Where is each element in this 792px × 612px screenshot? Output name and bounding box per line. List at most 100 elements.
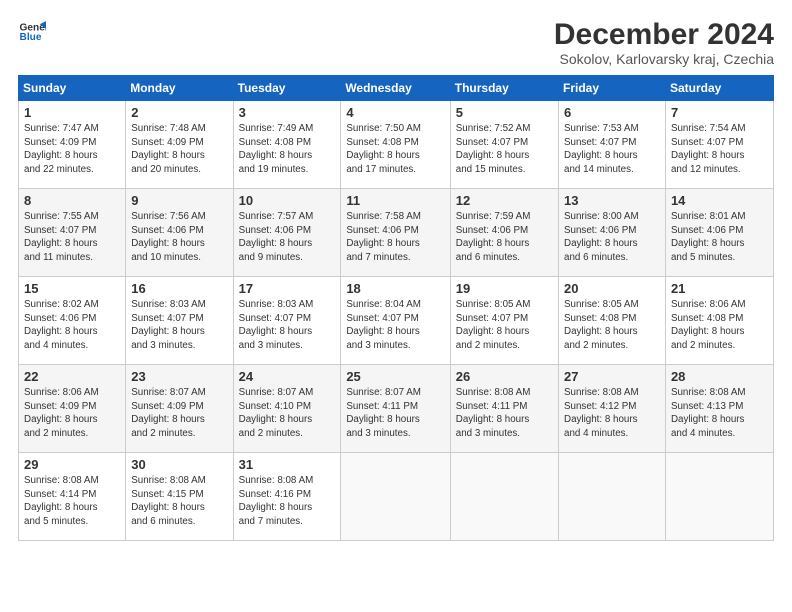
day-number: 17: [239, 281, 336, 296]
day-number: 14: [671, 193, 768, 208]
day-info: Sunrise: 8:08 AMSunset: 4:12 PMDaylight:…: [564, 386, 660, 441]
logo-icon: General Blue: [18, 18, 46, 46]
calendar-cell: [559, 453, 666, 541]
day-number: 18: [346, 281, 444, 296]
calendar-cell: 15 Sunrise: 8:02 AMSunset: 4:06 PMDayligh…: [19, 277, 126, 365]
calendar-cell: 8 Sunrise: 7:55 AMSunset: 4:07 PMDaylight…: [19, 189, 126, 277]
calendar-cell: 20 Sunrise: 8:05 AMSunset: 4:08 PMDayligh…: [559, 277, 666, 365]
day-info: Sunrise: 8:07 AMSunset: 4:10 PMDaylight:…: [239, 386, 336, 441]
calendar-cell: [450, 453, 558, 541]
day-info: Sunrise: 8:08 AMSunset: 4:15 PMDaylight:…: [131, 474, 227, 529]
col-header-saturday: Saturday: [665, 76, 773, 101]
day-info: Sunrise: 8:07 AMSunset: 4:09 PMDaylight:…: [131, 386, 227, 441]
calendar-cell: 23 Sunrise: 8:07 AMSunset: 4:09 PMDayligh…: [126, 365, 233, 453]
calendar-cell: 14Sunrise: 8:01 AMSunset: 4:06 PMDayligh…: [665, 189, 773, 277]
day-number: 19: [456, 281, 553, 296]
calendar-cell: 10 Sunrise: 7:57 AMSunset: 4:06 PMDayligh…: [233, 189, 341, 277]
calendar-cell: 29 Sunrise: 8:08 AMSunset: 4:14 PMDayligh…: [19, 453, 126, 541]
day-number: 27: [564, 369, 660, 384]
day-info: Sunrise: 8:03 AMSunset: 4:07 PMDaylight:…: [131, 298, 227, 353]
day-number: 30: [131, 457, 227, 472]
col-header-tuesday: Tuesday: [233, 76, 341, 101]
day-number: 12: [456, 193, 553, 208]
day-info: Sunrise: 8:03 AMSunset: 4:07 PMDaylight:…: [239, 298, 336, 353]
col-header-thursday: Thursday: [450, 76, 558, 101]
calendar-table: SundayMondayTuesdayWednesdayThursdayFrid…: [18, 75, 774, 541]
day-number: 9: [131, 193, 227, 208]
day-number: 4: [346, 105, 444, 120]
day-number: 16: [131, 281, 227, 296]
calendar-cell: 2Sunrise: 7:48 AMSunset: 4:09 PMDaylight…: [126, 101, 233, 189]
day-info: Sunrise: 8:08 AMSunset: 4:13 PMDaylight:…: [671, 386, 768, 441]
calendar-week-3: 15 Sunrise: 8:02 AMSunset: 4:06 PMDayligh…: [19, 277, 774, 365]
calendar-cell: 19 Sunrise: 8:05 AMSunset: 4:07 PMDayligh…: [450, 277, 558, 365]
page-header: General Blue December 2024 Sokolov, Karl…: [18, 18, 774, 67]
day-number: 3: [239, 105, 336, 120]
day-info: Sunrise: 7:52 AMSunset: 4:07 PMDaylight:…: [456, 122, 553, 177]
day-info: Sunrise: 8:08 AMSunset: 4:11 PMDaylight:…: [456, 386, 553, 441]
col-header-monday: Monday: [126, 76, 233, 101]
day-number: 1: [24, 105, 120, 120]
calendar-cell: [665, 453, 773, 541]
col-header-wednesday: Wednesday: [341, 76, 450, 101]
day-info: Sunrise: 8:00 AMSunset: 4:06 PMDaylight:…: [564, 210, 660, 265]
calendar-cell: 26Sunrise: 8:08 AMSunset: 4:11 PMDayligh…: [450, 365, 558, 453]
day-info: Sunrise: 7:53 AMSunset: 4:07 PMDaylight:…: [564, 122, 660, 177]
day-number: 7: [671, 105, 768, 120]
calendar-cell: 5Sunrise: 7:52 AMSunset: 4:07 PMDaylight…: [450, 101, 558, 189]
day-info: Sunrise: 8:08 AMSunset: 4:14 PMDaylight:…: [24, 474, 120, 529]
col-header-sunday: Sunday: [19, 76, 126, 101]
calendar-cell: 12Sunrise: 7:59 AMSunset: 4:06 PMDayligh…: [450, 189, 558, 277]
day-number: 2: [131, 105, 227, 120]
day-info: Sunrise: 7:58 AMSunset: 4:06 PMDaylight:…: [346, 210, 444, 265]
calendar-cell: 17 Sunrise: 8:03 AMSunset: 4:07 PMDayligh…: [233, 277, 341, 365]
day-number: 28: [671, 369, 768, 384]
day-info: Sunrise: 7:55 AMSunset: 4:07 PMDaylight:…: [24, 210, 120, 265]
calendar-cell: 4 Sunrise: 7:50 AMSunset: 4:08 PMDaylight…: [341, 101, 450, 189]
day-number: 20: [564, 281, 660, 296]
day-info: Sunrise: 8:06 AMSunset: 4:08 PMDaylight:…: [671, 298, 768, 353]
calendar-cell: 3Sunrise: 7:49 AMSunset: 4:08 PMDaylight…: [233, 101, 341, 189]
col-header-friday: Friday: [559, 76, 666, 101]
day-info: Sunrise: 8:05 AMSunset: 4:07 PMDaylight:…: [456, 298, 553, 353]
calendar-cell: 1Sunrise: 7:47 AMSunset: 4:09 PMDaylight…: [19, 101, 126, 189]
logo: General Blue: [18, 18, 46, 46]
day-info: Sunrise: 8:08 AMSunset: 4:16 PMDaylight:…: [239, 474, 336, 529]
day-number: 31: [239, 457, 336, 472]
calendar-cell: 30 Sunrise: 8:08 AMSunset: 4:15 PMDayligh…: [126, 453, 233, 541]
day-number: 21: [671, 281, 768, 296]
calendar-cell: 7Sunrise: 7:54 AMSunset: 4:07 PMDaylight…: [665, 101, 773, 189]
day-number: 10: [239, 193, 336, 208]
svg-text:Blue: Blue: [20, 32, 42, 43]
calendar-week-4: 22Sunrise: 8:06 AMSunset: 4:09 PMDayligh…: [19, 365, 774, 453]
day-info: Sunrise: 8:05 AMSunset: 4:08 PMDaylight:…: [564, 298, 660, 353]
calendar-cell: 16 Sunrise: 8:03 AMSunset: 4:07 PMDayligh…: [126, 277, 233, 365]
day-number: 8: [24, 193, 120, 208]
calendar-cell: 9 Sunrise: 7:56 AMSunset: 4:06 PMDaylight…: [126, 189, 233, 277]
day-number: 29: [24, 457, 120, 472]
calendar-week-2: 8 Sunrise: 7:55 AMSunset: 4:07 PMDaylight…: [19, 189, 774, 277]
location: Sokolov, Karlovarsky kraj, Czechia: [554, 51, 774, 67]
calendar-cell: 31 Sunrise: 8:08 AMSunset: 4:16 PMDayligh…: [233, 453, 341, 541]
calendar-cell: 11Sunrise: 7:58 AMSunset: 4:06 PMDayligh…: [341, 189, 450, 277]
day-number: 15: [24, 281, 120, 296]
day-info: Sunrise: 7:57 AMSunset: 4:06 PMDaylight:…: [239, 210, 336, 265]
day-info: Sunrise: 7:56 AMSunset: 4:06 PMDaylight:…: [131, 210, 227, 265]
calendar-cell: 18 Sunrise: 8:04 AMSunset: 4:07 PMDayligh…: [341, 277, 450, 365]
day-info: Sunrise: 7:50 AMSunset: 4:08 PMDaylight:…: [346, 122, 444, 177]
day-info: Sunrise: 8:02 AMSunset: 4:06 PMDaylight:…: [24, 298, 120, 353]
calendar-cell: 28 Sunrise: 8:08 AMSunset: 4:13 PMDayligh…: [665, 365, 773, 453]
calendar-cell: [341, 453, 450, 541]
calendar-cell: 22Sunrise: 8:06 AMSunset: 4:09 PMDayligh…: [19, 365, 126, 453]
day-info: Sunrise: 8:04 AMSunset: 4:07 PMDaylight:…: [346, 298, 444, 353]
calendar-cell: 27 Sunrise: 8:08 AMSunset: 4:12 PMDayligh…: [559, 365, 666, 453]
calendar-cell: 25Sunrise: 8:07 AMSunset: 4:11 PMDayligh…: [341, 365, 450, 453]
day-number: 23: [131, 369, 227, 384]
calendar-cell: 13 Sunrise: 8:00 AMSunset: 4:06 PMDayligh…: [559, 189, 666, 277]
day-number: 13: [564, 193, 660, 208]
calendar-cell: 21 Sunrise: 8:06 AMSunset: 4:08 PMDayligh…: [665, 277, 773, 365]
day-info: Sunrise: 8:07 AMSunset: 4:11 PMDaylight:…: [346, 386, 444, 441]
day-info: Sunrise: 8:06 AMSunset: 4:09 PMDaylight:…: [24, 386, 120, 441]
calendar-cell: 6Sunrise: 7:53 AMSunset: 4:07 PMDaylight…: [559, 101, 666, 189]
calendar-cell: 24Sunrise: 8:07 AMSunset: 4:10 PMDayligh…: [233, 365, 341, 453]
